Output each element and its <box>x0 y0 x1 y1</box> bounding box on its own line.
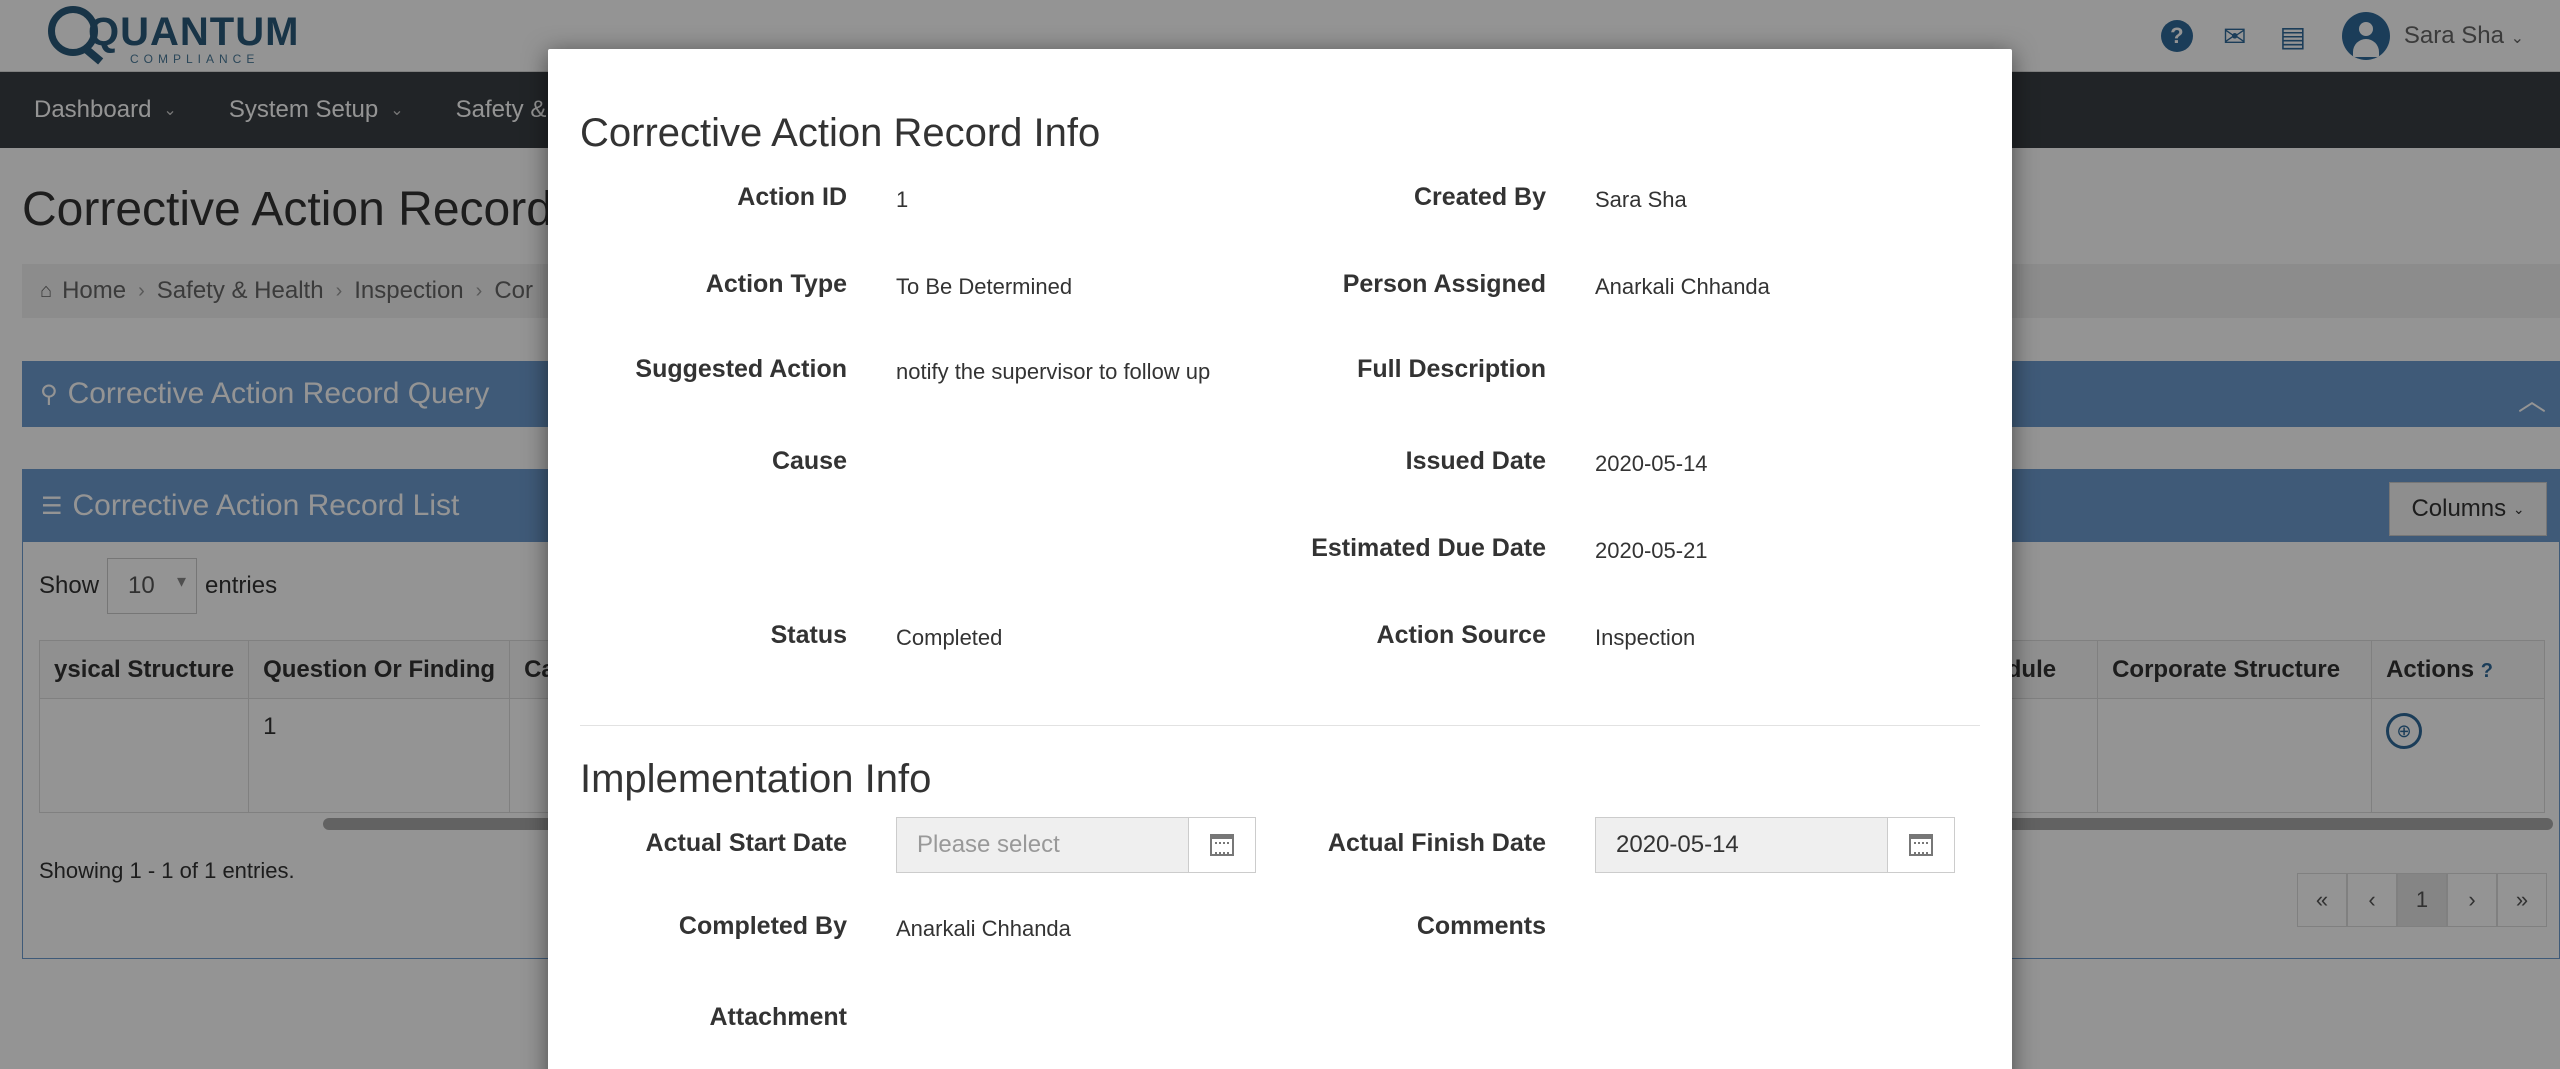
label-full-description: Full Description <box>1357 355 1546 383</box>
value-action-type: To Be Determined <box>896 274 1073 299</box>
label-estimated-due-date: Estimated Due Date <box>1311 534 1546 562</box>
value-estimated-due-date: 2020-05-21 <box>1595 538 1708 563</box>
label-issued-date: Issued Date <box>1405 447 1546 475</box>
value-action-source: Inspection <box>1595 625 1696 650</box>
label-person-assigned: Person Assigned <box>1342 270 1546 298</box>
label-cause: Cause <box>771 447 847 475</box>
calendar-icon <box>1909 834 1933 856</box>
value-issued-date: 2020-05-14 <box>1595 451 1708 476</box>
label-created-by: Created By <box>1414 183 1546 211</box>
record-info-modal: Corrective Action Record Info Action ID … <box>548 49 2012 1069</box>
label-comments: Comments <box>1416 912 1546 940</box>
label-action-type: Action Type <box>705 270 847 298</box>
calendar-icon <box>1210 834 1234 856</box>
calendar-button[interactable] <box>1888 818 1954 872</box>
label-status: Status <box>770 621 847 649</box>
value-suggested-action: notify the supervisor to follow up <box>896 359 1211 384</box>
label-suggested-action: Suggested Action <box>635 355 847 383</box>
label-actual-start-date: Actual Start Date <box>645 829 847 857</box>
value-action-id: 1 <box>896 187 909 212</box>
calendar-button[interactable] <box>1189 818 1255 872</box>
actual-finish-date-input: 2020-05-14 <box>1595 817 1955 873</box>
actual-start-date-input: Please select <box>896 817 1256 873</box>
label-attachment: Attachment <box>709 1003 847 1031</box>
value-completed-by: Anarkali Chhanda <box>896 916 1071 941</box>
value-status: Completed <box>896 625 1003 650</box>
value-created-by: Sara Sha <box>1595 187 1687 212</box>
label-actual-finish-date: Actual Finish Date <box>1327 829 1546 857</box>
modal-title: Corrective Action Record Info <box>580 111 1101 155</box>
label-action-id: Action ID <box>737 183 847 211</box>
label-action-source: Action Source <box>1376 621 1546 649</box>
section-divider <box>580 725 1980 726</box>
value-person-assigned: Anarkali Chhanda <box>1595 274 1770 299</box>
label-completed-by: Completed By <box>678 912 847 940</box>
actual-finish-date-field[interactable]: 2020-05-14 <box>1596 818 1888 872</box>
implementation-title: Implementation Info <box>580 757 932 801</box>
actual-start-date-field[interactable]: Please select <box>897 818 1189 872</box>
